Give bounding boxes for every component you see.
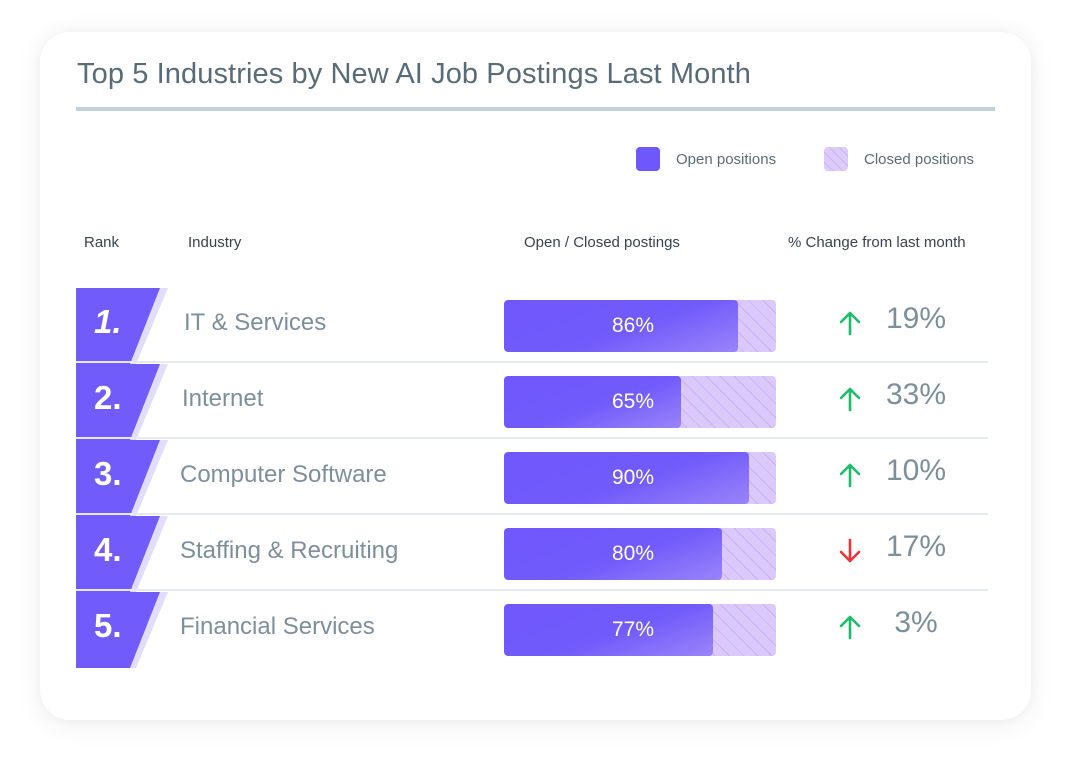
rank-number: 2. (94, 379, 122, 416)
industry-name: Computer Software (180, 461, 387, 488)
rank-badge: 3. (76, 440, 172, 516)
arrow-up-icon (838, 386, 862, 412)
open-percentage-label: 65% (612, 390, 655, 413)
closed-postings-bar: 80% (504, 528, 776, 580)
industry-name: Financial Services (180, 613, 375, 640)
table-row: 2. Internet 65% 33% (76, 364, 988, 440)
arrow-down-icon (838, 538, 862, 564)
change-percentage: 33% (885, 378, 947, 411)
chart-title: Top 5 Industries by New AI Job Postings … (77, 58, 751, 90)
arrow-up-icon (838, 614, 862, 640)
closed-postings-bar: 65% (504, 376, 776, 428)
rank-number: 5. (94, 607, 122, 644)
open-percentage-label: 80% (612, 542, 655, 565)
rank-badge: 5. (76, 592, 172, 668)
legend-label-closed: Closed positions (864, 150, 975, 168)
arrow-up-icon (838, 310, 862, 336)
legend-item-open: Open positions (636, 147, 776, 171)
table-row: 1. IT & Services 86% 19% (76, 288, 988, 364)
arrow-up-icon (838, 462, 862, 488)
rank-number: 4. (94, 531, 122, 568)
row-divider (76, 361, 988, 363)
rank-badge: 1. (76, 288, 172, 364)
rank-number: 3. (94, 455, 122, 492)
closed-postings-bar: 77% (504, 604, 776, 656)
row-divider (76, 437, 988, 439)
column-header-industry: Industry (188, 234, 242, 251)
column-header-rank: Rank (84, 234, 120, 251)
table-row: 5. Financial Services 77% 3% (76, 592, 988, 668)
title-divider (76, 107, 995, 111)
legend-swatch-closed (824, 147, 848, 171)
table-row: 4. Staffing & Recruiting 80% 17% (76, 516, 988, 592)
open-percentage-label: 77% (612, 618, 655, 641)
rank-number: 1. (94, 303, 122, 340)
rank-badge: 4. (76, 516, 172, 592)
industry-name: IT & Services (184, 309, 327, 336)
table-row: 3. Computer Software 90% 10% (76, 440, 988, 516)
column-header-change: % Change from last month (788, 234, 966, 251)
change-percentage: 3% (894, 606, 938, 639)
change-percentage: 10% (885, 454, 947, 487)
change-percentage: 19% (885, 302, 947, 335)
change-percentage: 17% (885, 530, 947, 563)
industry-name: Staffing & Recruiting (180, 537, 399, 564)
row-divider (76, 589, 988, 591)
closed-postings-bar: 90% (504, 452, 776, 504)
column-header-postings: Open / Closed postings (524, 234, 680, 251)
legend-label-open: Open positions (676, 150, 777, 168)
legend-swatch-open (636, 147, 660, 171)
rank-badge: 2. (76, 364, 172, 440)
legend-item-closed: Closed positions (824, 147, 974, 171)
closed-postings-bar: 86% (504, 300, 776, 352)
open-percentage-label: 86% (612, 314, 655, 337)
open-percentage-label: 90% (612, 466, 655, 489)
row-divider (76, 513, 988, 515)
industry-name: Internet (182, 385, 264, 412)
